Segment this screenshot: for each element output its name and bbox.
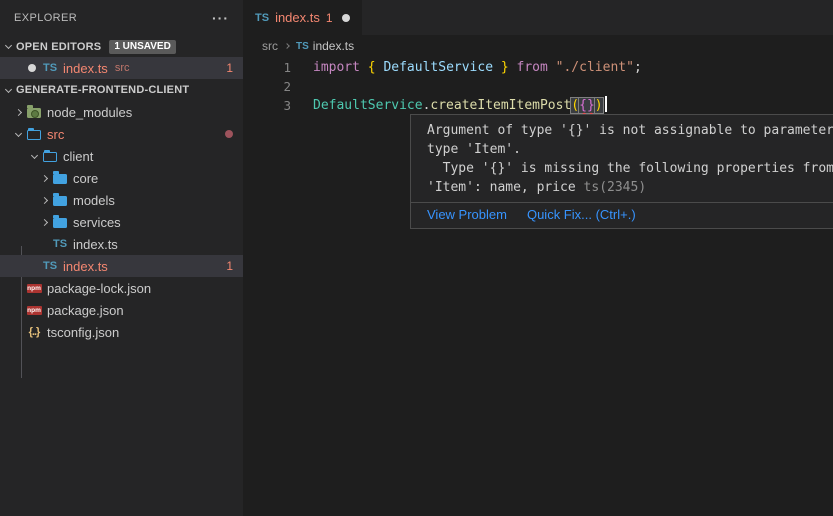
breadcrumb: src TS index.ts — [243, 35, 833, 57]
tree-item-tsconfig-json[interactable]: {..} tsconfig.json — [0, 321, 243, 343]
tree-item-src[interactable]: src — [0, 123, 243, 145]
editor-area: TS index.ts 1 src TS index.ts 1 import {… — [243, 0, 833, 516]
vscode-window: EXPLORER ··· OPEN EDITORS 1 UNSAVED TS i… — [0, 0, 833, 516]
tooltip-actions: View Problem Quick Fix... (Ctrl+.) — [411, 202, 833, 228]
code-area[interactable]: 1 import { DefaultService } from "./clie… — [243, 57, 833, 115]
ts-icon: TS — [52, 236, 68, 252]
tooltip-message-line: Type '{}' is missing the following prope… — [427, 159, 833, 178]
section-open-editors[interactable]: OPEN EDITORS 1 UNSAVED — [0, 36, 243, 57]
line-number: 2 — [243, 77, 291, 96]
quick-fix-link[interactable]: Quick Fix... (Ctrl+.) — [527, 207, 636, 222]
chevron-down-icon[interactable] — [26, 155, 42, 158]
text-cursor — [605, 96, 607, 112]
tooltip-message-line: Argument of type '{}' is not assignable … — [427, 121, 833, 140]
folder-icon — [52, 214, 68, 230]
tab-index-ts[interactable]: TS index.ts 1 — [243, 0, 362, 35]
code-line-3: 3 DefaultService.createItemItemPost({}) — [243, 96, 833, 115]
node-modules-folder-icon — [26, 104, 42, 120]
breadcrumb-file[interactable]: index.ts — [313, 39, 354, 53]
explorer-sidebar: EXPLORER ··· OPEN EDITORS 1 UNSAVED TS i… — [0, 0, 243, 516]
tree-item-package-lock-json[interactable]: npm package-lock.json — [0, 277, 243, 299]
tooltip-error-code: ts(2345) — [584, 180, 647, 195]
chevron-down-icon[interactable] — [0, 89, 16, 92]
chevron-down-icon[interactable] — [10, 133, 26, 136]
tree-item-node-modules[interactable]: node_modules — [0, 101, 243, 123]
chevron-right-icon[interactable] — [36, 220, 52, 225]
code-token: DefaultService — [376, 60, 501, 75]
open-editor-item[interactable]: TS index.ts src 1 — [0, 57, 243, 79]
folder-icon — [52, 192, 68, 208]
tab-error-count: 1 — [326, 11, 333, 25]
modified-dot-icon — [225, 130, 233, 138]
code-token-error: {} — [579, 98, 595, 113]
folder-icon — [52, 170, 68, 186]
ts-icon: TS — [296, 41, 309, 52]
more-actions-icon[interactable]: ··· — [212, 13, 229, 23]
tree-item-index-ts-src[interactable]: TS index.ts 1 — [0, 255, 243, 277]
open-folder-icon — [26, 126, 42, 142]
code-token: import — [313, 60, 368, 75]
open-folder-icon — [42, 148, 58, 164]
chevron-down-icon[interactable] — [0, 45, 16, 48]
tree-item-services[interactable]: services — [0, 211, 243, 233]
code-line-2: 2 — [243, 77, 833, 96]
tab-unsaved-dot-icon[interactable] — [342, 14, 350, 22]
ts-icon: TS — [255, 12, 269, 24]
ts-icon: TS — [42, 60, 58, 76]
chevron-right-icon — [284, 43, 290, 49]
file-detail: src — [115, 62, 130, 74]
chevron-right-icon[interactable] — [36, 198, 52, 203]
error-message: Argument of type '{}' is not assignable … — [411, 115, 833, 202]
explorer-header: EXPLORER ··· — [0, 0, 243, 36]
explorer-title: EXPLORER — [14, 12, 77, 24]
code-token: DefaultService — [313, 98, 423, 113]
braces-icon: {..} — [26, 324, 42, 340]
error-count-badge: 1 — [226, 61, 233, 75]
code-token: from — [517, 60, 556, 75]
tree-item-package-json[interactable]: npm package.json — [0, 299, 243, 321]
view-problem-link[interactable]: View Problem — [427, 207, 507, 222]
error-count-badge: 1 — [226, 259, 233, 273]
code-token: ; — [634, 60, 642, 75]
line-number: 3 — [243, 96, 291, 115]
code-token: } — [501, 60, 509, 75]
unsaved-dot-icon — [28, 64, 36, 72]
breadcrumb-folder[interactable]: src — [262, 39, 278, 53]
ts-icon: TS — [42, 258, 58, 274]
code-line-1: 1 import { DefaultService } from "./clie… — [243, 58, 833, 77]
code-token: createItemItemPost — [430, 98, 571, 113]
code-token: "./client" — [556, 60, 634, 75]
code-token: ) — [595, 98, 603, 113]
code-token: { — [368, 60, 376, 75]
code-token: ( — [571, 98, 579, 113]
tree-item-core[interactable]: core — [0, 167, 243, 189]
file-tree: node_modules src client core — [0, 101, 243, 343]
chevron-right-icon[interactable] — [10, 110, 26, 115]
line-number: 1 — [243, 58, 291, 77]
tab-file-name: index.ts — [275, 10, 320, 25]
file-name: index.ts — [63, 61, 108, 76]
tree-item-models[interactable]: models — [0, 189, 243, 211]
npm-icon: npm — [26, 302, 42, 318]
section-workspace-root[interactable]: GENERATE-FRONTEND-CLIENT — [0, 79, 243, 101]
npm-icon: npm — [26, 280, 42, 296]
unsaved-badge: 1 UNSAVED — [109, 40, 176, 54]
tree-item-client[interactable]: client — [0, 145, 243, 167]
error-tooltip: Argument of type '{}' is not assignable … — [410, 114, 833, 229]
tab-bar: TS index.ts 1 — [243, 0, 833, 35]
chevron-right-icon[interactable] — [36, 176, 52, 181]
tooltip-message-line: 'Item': name, price ts(2345) — [427, 178, 833, 197]
tree-item-index-ts-client[interactable]: TS index.ts — [0, 233, 243, 255]
tooltip-message-line: type 'Item'. — [427, 140, 833, 159]
